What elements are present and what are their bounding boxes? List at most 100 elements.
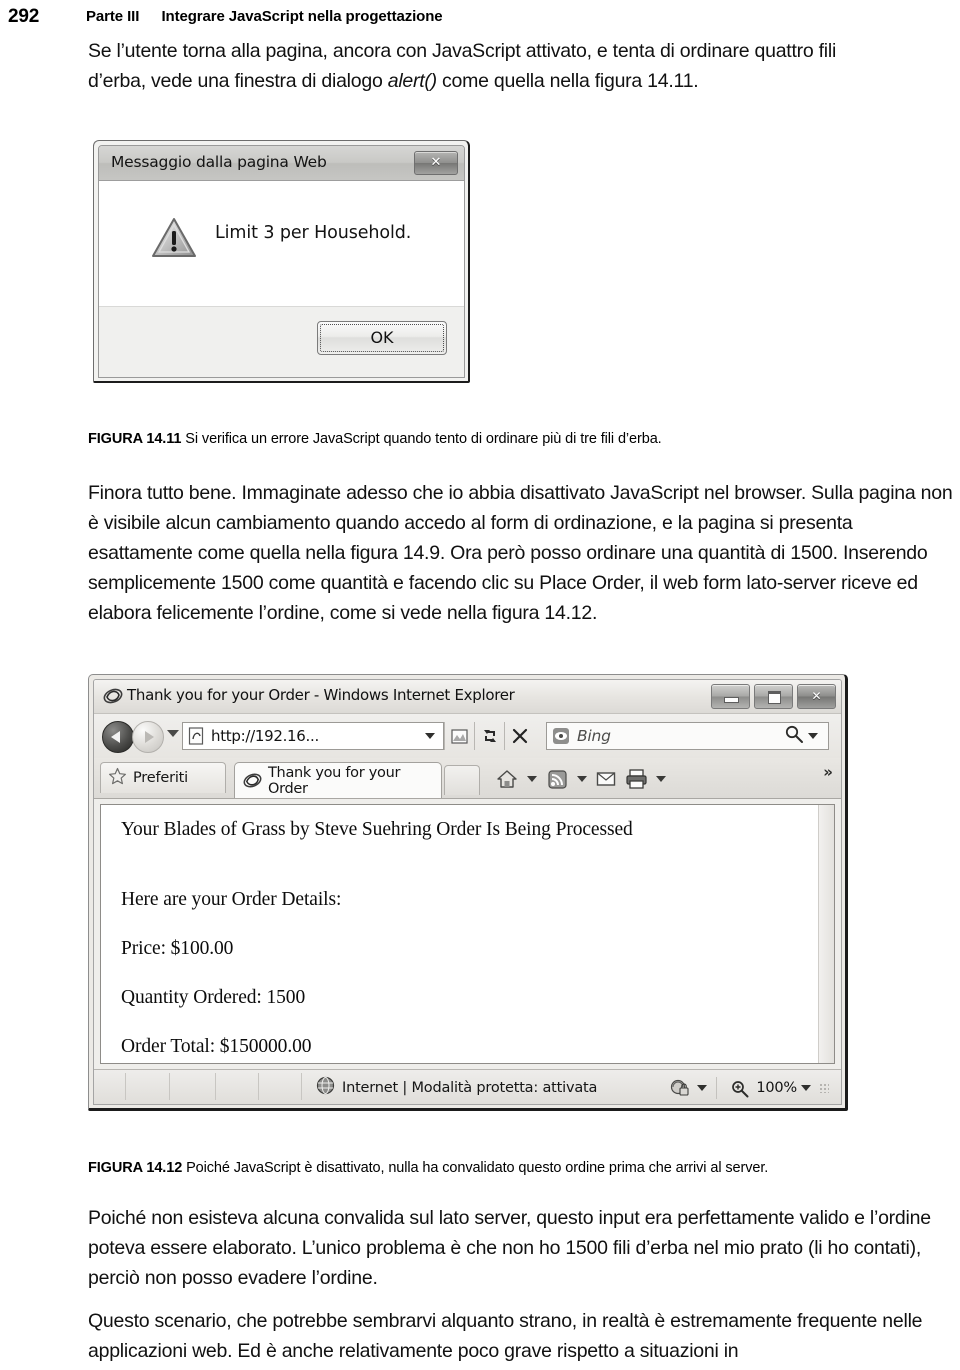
closing-paragraph-2: Questo scenario, che potrebbe sembrarvi … (88, 1306, 960, 1366)
alert-function-emphasis: alert() (387, 70, 437, 92)
caption-text: Si verifica un errore JavaScript quando … (185, 431, 662, 447)
page-favicon-icon (188, 727, 205, 745)
zoom-icon[interactable] (726, 1075, 752, 1101)
refresh-button[interactable] (474, 722, 504, 750)
browser-tab[interactable]: Thank you for your Order (234, 762, 442, 798)
figure-caption-1411: FIGURA 14.11 Si verifica un errore JavaS… (88, 429, 960, 449)
new-tab-button[interactable] (444, 765, 480, 795)
closing-paragraph-2-text: Questo scenario, che potrebbe sembrarvi … (88, 1310, 923, 1362)
alert-title: Messaggio dalla pagina Web (111, 153, 327, 171)
forward-button[interactable] (132, 721, 164, 753)
globe-icon (316, 1076, 335, 1099)
search-box[interactable]: Bing (546, 722, 829, 750)
zoom-level-label: 100% (756, 1080, 797, 1096)
ie-titlebar: Thank you for your Order - Windows Inter… (94, 680, 841, 714)
arrow-right-icon (145, 731, 154, 743)
status-segment (125, 1073, 170, 1100)
status-bar-right: 100% (667, 1075, 829, 1101)
chevron-down-icon[interactable] (527, 776, 537, 782)
status-segment (101, 1073, 126, 1100)
chevron-down-icon[interactable] (577, 776, 587, 782)
close-icon[interactable]: ✕ (414, 151, 458, 175)
web-page-document: Your Blades of Grass by Steve Suehring O… (121, 819, 808, 1058)
order-price: Price: $100.00 (121, 938, 234, 959)
rss-feeds-icon[interactable] (544, 766, 570, 792)
closing-paragraph-1: Poiché non esisteva alcuna convalida sul… (88, 1203, 960, 1293)
resize-grip[interactable] (819, 1083, 829, 1093)
intro-line-1: Se l’utente torna alla pagina, ancora co… (88, 40, 837, 62)
ie-tab-strip: Preferiti Thank you for your Order » (94, 758, 841, 799)
status-segment (258, 1073, 302, 1100)
middle-paragraph-text: Finora tutto bene. Immaginate adesso che… (88, 482, 953, 624)
security-zone-indicator[interactable]: Internet | Modalità protetta: attivata (316, 1076, 597, 1099)
stop-icon (505, 722, 534, 750)
chevron-down-icon[interactable] (656, 776, 666, 782)
chevron-down-icon[interactable] (425, 733, 435, 739)
window-controls: ✕ (711, 684, 836, 709)
security-zone-text: Internet | Modalità protetta: attivata (342, 1079, 598, 1096)
star-icon (108, 767, 127, 790)
closing-paragraph-1-text: Poiché non esisteva alcuna convalida sul… (88, 1207, 931, 1289)
caption-text: Poiché JavaScript è disattivato, nulla h… (186, 1160, 769, 1176)
minimize-icon (724, 697, 739, 703)
close-button[interactable]: ✕ (797, 684, 836, 709)
refresh-icon (475, 722, 504, 750)
browser-tab-label: Thank you for your Order (268, 764, 401, 797)
status-segment (215, 1073, 259, 1100)
internet-explorer-icon (243, 771, 262, 790)
maximize-button[interactable] (754, 684, 793, 709)
chevron-down-icon[interactable] (808, 733, 818, 739)
alert-dialog-figure: Messaggio dalla pagina Web ✕ Limit 3 per… (93, 140, 470, 383)
part-label: Parte III (86, 8, 140, 25)
intro-line-2-prefix: d’erba, vede una finestra di dialogo (88, 70, 388, 92)
alert-titlebar: Messaggio dalla pagina Web ✕ (99, 146, 464, 181)
command-bar-overflow-button[interactable]: » (823, 763, 833, 781)
arrow-left-icon (111, 731, 120, 743)
favorites-button-label: Preferiti (133, 770, 188, 786)
alert-body: Limit 3 per Household. (99, 181, 464, 304)
ie-navigation-bar: http://192.16... Bing (94, 714, 841, 758)
intro-paragraph: Se l’utente torna alla pagina, ancora co… (88, 36, 960, 96)
order-heading: Your Blades of Grass by Steve Suehring O… (121, 819, 633, 840)
order-details-label: Here are your Order Details: (121, 889, 342, 910)
figure-caption-1412: FIGURA 14.12 Poiché JavaScript è disatti… (88, 1158, 960, 1178)
address-bar[interactable]: http://192.16... (182, 722, 444, 750)
caption-label: FIGURA 14.12 (88, 1160, 183, 1176)
running-head-text: Parte III Integrare JavaScript nella pro… (86, 8, 443, 25)
minimize-button[interactable] (711, 684, 750, 709)
close-glyph: ✕ (430, 155, 442, 170)
alert-footer: OK (99, 306, 464, 377)
ie-status-bar: Internet | Modalità protetta: attivata 1… (94, 1069, 841, 1104)
read-mail-icon[interactable] (594, 766, 620, 792)
stop-button[interactable] (504, 722, 534, 750)
status-divider (716, 1077, 718, 1099)
address-bar-url: http://192.16... (211, 727, 319, 745)
order-quantity: Quantity Ordered: 1500 (121, 987, 306, 1008)
maximize-icon (768, 691, 781, 704)
chevron-down-icon[interactable] (801, 1085, 811, 1091)
intro-line-2: d’erba, vede una finestra di dialogo ale… (88, 66, 960, 96)
chevron-down-icon[interactable] (167, 730, 179, 737)
alert-dialog-inner: Messaggio dalla pagina Web ✕ Limit 3 per… (98, 145, 465, 378)
running-head: 292 Parte III Integrare JavaScript nella… (0, 6, 960, 32)
print-icon[interactable] (623, 766, 649, 792)
ok-button-label: OK (370, 328, 394, 347)
ok-button[interactable]: OK (317, 321, 447, 355)
protected-mode-lock-icon[interactable] (667, 1075, 693, 1101)
bing-icon (552, 727, 570, 745)
warning-triangle-icon (151, 217, 197, 259)
page-number: 292 (8, 6, 40, 27)
chevron-down-icon[interactable] (697, 1085, 708, 1091)
vertical-scrollbar[interactable] (818, 805, 834, 1063)
chapter-title: Integrare JavaScript nella progettazione (161, 8, 443, 25)
favorites-button[interactable]: Preferiti (100, 762, 226, 793)
compatibility-view-button[interactable] (444, 722, 474, 750)
alert-message-text: Limit 3 per Household. (215, 223, 412, 243)
internet-explorer-icon (103, 686, 123, 706)
back-button[interactable] (102, 721, 134, 753)
search-input-placeholder: Bing (577, 727, 611, 745)
caption-label: FIGURA 14.11 (88, 431, 182, 447)
middle-paragraph: Finora tutto bene. Immaginate adesso che… (88, 478, 960, 628)
search-icon[interactable] (784, 724, 804, 748)
home-icon[interactable] (494, 766, 520, 792)
